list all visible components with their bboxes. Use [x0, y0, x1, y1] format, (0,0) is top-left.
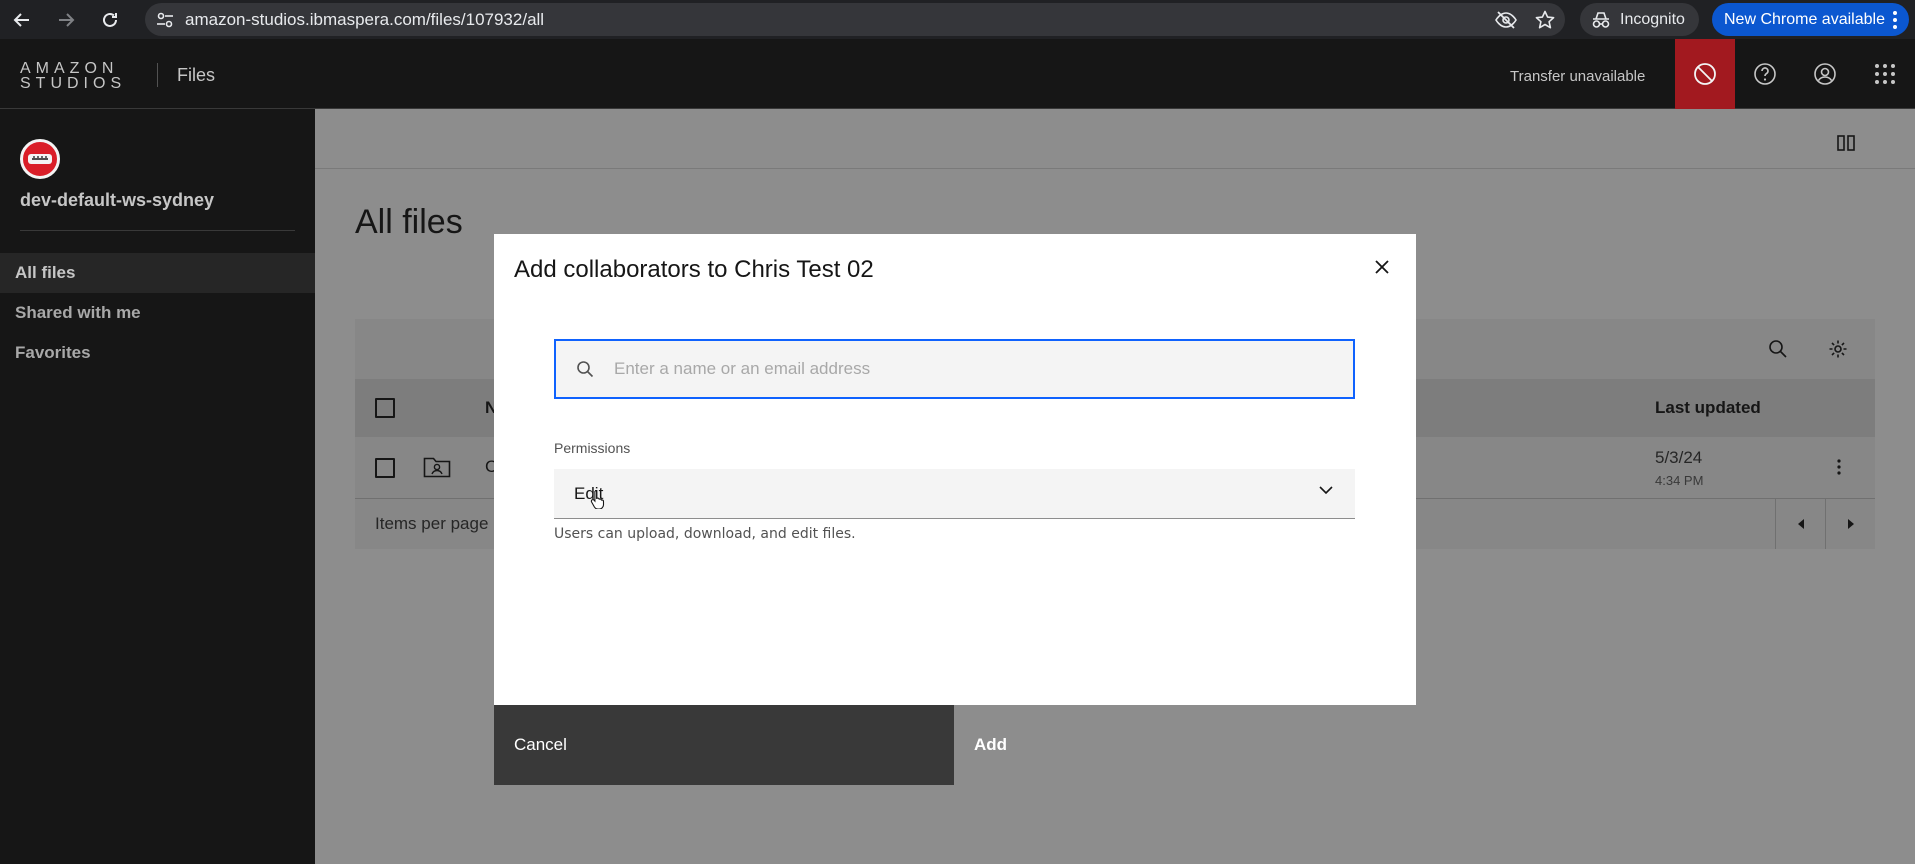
blocked-icon [1694, 63, 1716, 85]
workspace-drive-icon [28, 154, 52, 164]
incognito-indicator[interactable]: Incognito [1580, 3, 1699, 36]
close-icon [1375, 260, 1389, 274]
collaborator-search-box[interactable] [554, 339, 1355, 399]
modal-title: Add collaborators to Chris Test 02 [514, 256, 874, 283]
caret-right-icon [1847, 519, 1854, 529]
add-collaborators-modal: Add collaborators to Chris Test 02 Permi… [494, 234, 1416, 785]
logo-line-1: AMAZON [20, 60, 119, 77]
previous-page-button[interactable] [1775, 499, 1825, 549]
address-bar[interactable]: amazon-studios.ibmaspera.com/files/10793… [145, 3, 1565, 36]
table-search-icon[interactable] [1768, 339, 1788, 359]
row-overflow-menu-icon[interactable] [1837, 459, 1841, 475]
sidebar-item-shared-with-me[interactable]: Shared with me [0, 293, 315, 333]
app-header: AMAZON STUDIOS Files Transfer unavailabl… [0, 39, 1915, 109]
search-icon [556, 360, 614, 378]
sidebar-item-all-files[interactable]: All files [0, 253, 315, 293]
reload-button[interactable] [88, 0, 132, 39]
site-info-icon[interactable] [145, 12, 185, 28]
incognito-icon [1592, 11, 1610, 28]
row-updated-time: 4:34 PM [1655, 473, 1704, 488]
caret-left-icon [1797, 519, 1804, 529]
sidebar-item-label: Favorites [15, 343, 91, 362]
logo-line-2: STUDIOS [20, 75, 127, 92]
sidebar-item-label: Shared with me [15, 303, 141, 322]
column-header-last-updated[interactable]: Last updated [1655, 398, 1761, 418]
browser-toolbar: amazon-studios.ibmaspera.com/files/10793… [0, 0, 1915, 39]
app-title: Files [177, 65, 216, 85]
table-settings-gear-icon[interactable] [1828, 339, 1848, 359]
workspace-avatar [20, 139, 60, 179]
modal-footer: Cancel Add [494, 705, 1416, 785]
reload-icon [103, 12, 117, 27]
url-text[interactable]: amazon-studios.ibmaspera.com/files/10793… [185, 10, 544, 30]
incognito-label: Incognito [1620, 10, 1685, 28]
new-chrome-button[interactable]: New Chrome available [1712, 3, 1909, 36]
transfer-status: Transfer unavailable [1510, 68, 1646, 85]
permissions-helper-text: Users can upload, download, and edit fil… [554, 526, 856, 542]
bookmark-star-icon[interactable] [1535, 10, 1555, 30]
forward-button[interactable] [44, 0, 88, 39]
sidebar-item-label: All files [15, 263, 76, 282]
help-icon [1754, 63, 1776, 85]
workspace-name[interactable]: dev-default-ws-sydney [20, 190, 214, 211]
items-per-page-label: Items per page [375, 514, 489, 533]
shared-folder-icon [423, 455, 451, 479]
sub-header [315, 109, 1915, 169]
help-button[interactable] [1735, 39, 1795, 109]
sidebar-item-favorites[interactable]: Favorites [0, 333, 315, 373]
more-vertical-icon[interactable] [1893, 11, 1897, 29]
app-switcher-button[interactable] [1855, 39, 1915, 109]
row-updated-date: 5/3/24 [1655, 448, 1703, 467]
sidebar-divider [20, 230, 295, 231]
arrow-right-icon [59, 12, 75, 27]
select-all-checkbox[interactable] [375, 398, 395, 418]
back-button[interactable] [0, 0, 44, 39]
transfer-blocked-button[interactable] [1675, 39, 1735, 109]
hand-pointer-cursor-icon [590, 489, 606, 509]
cancel-button[interactable]: Cancel [494, 705, 954, 785]
sidebar: dev-default-ws-sydney All files Shared w… [0, 109, 315, 864]
add-button[interactable]: Add [954, 705, 1416, 785]
collaborator-search-input[interactable] [614, 359, 1314, 379]
app-grid-icon [1875, 64, 1895, 84]
user-profile-button[interactable] [1795, 39, 1855, 109]
next-page-button[interactable] [1825, 499, 1875, 549]
eye-off-icon[interactable] [1495, 10, 1517, 30]
panel-toggle-icon[interactable] [1837, 135, 1855, 151]
chevron-down-icon [1319, 486, 1333, 495]
header-divider [157, 63, 158, 87]
new-chrome-label: New Chrome available [1724, 10, 1885, 28]
row-checkbox[interactable] [375, 458, 395, 478]
permissions-dropdown[interactable]: Edit [554, 469, 1355, 519]
modal-close-button[interactable] [1366, 251, 1398, 283]
permissions-label: Permissions [554, 440, 631, 456]
amazon-studios-logo[interactable]: AMAZON STUDIOS [20, 60, 127, 92]
page-title: All files [355, 203, 463, 241]
user-avatar-icon [1814, 63, 1836, 85]
arrow-left-icon [13, 12, 29, 27]
